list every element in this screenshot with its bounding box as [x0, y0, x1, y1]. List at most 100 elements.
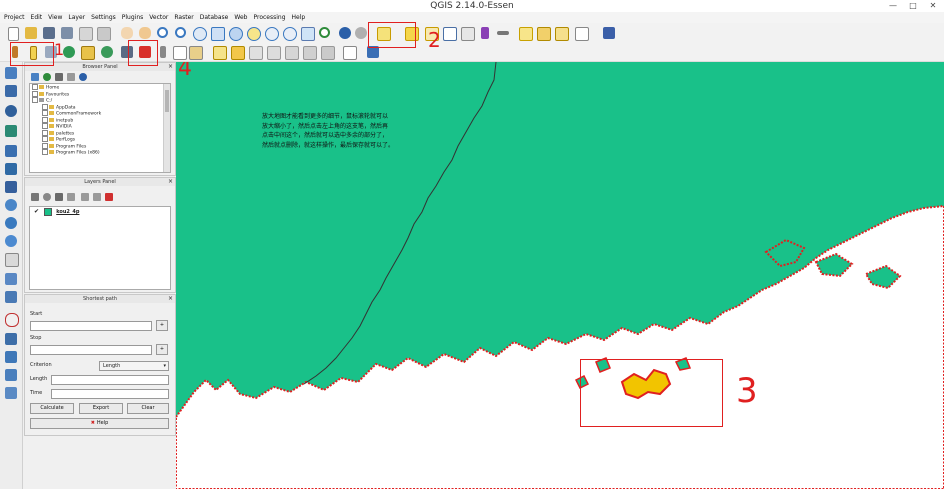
- expand-icon[interactable]: [32, 84, 38, 90]
- add-wfs-button[interactable]: [4, 234, 18, 248]
- tree-item-program-files-x86[interactable]: Program Files (x86): [30, 149, 170, 156]
- add-mssql-button[interactable]: [4, 144, 18, 158]
- shortest-path-close-button[interactable]: ×: [168, 295, 173, 303]
- expand-icon[interactable]: [42, 103, 48, 110]
- filter-expression-icon[interactable]: [67, 193, 75, 201]
- statistical-summary-button[interactable]: [478, 26, 492, 40]
- browser-scrollbar[interactable]: [163, 84, 170, 172]
- filter-legend-icon[interactable]: [55, 193, 63, 201]
- remove-layer-icon[interactable]: [105, 193, 113, 201]
- expand-icon[interactable]: [42, 136, 48, 142]
- help-button[interactable]: ✖ Help: [30, 418, 169, 429]
- add-ring-button[interactable]: [4, 332, 18, 346]
- expand-all-icon[interactable]: [81, 193, 89, 201]
- cut-features-button[interactable]: [156, 45, 170, 59]
- pin-labels-button[interactable]: [230, 45, 245, 60]
- new-print-composer-button[interactable]: [78, 26, 93, 41]
- filter-icon[interactable]: [55, 73, 63, 81]
- add-postgis-button[interactable]: [4, 104, 18, 118]
- menu-plugins[interactable]: Plugins: [119, 12, 147, 23]
- add-selected-layers-icon[interactable]: [31, 73, 39, 81]
- map-canvas[interactable]: 放大地图才能看到更多的细节，鼠标滚轮就可以 放大缩小了，然后点击左上角的这支笔，…: [176, 62, 944, 489]
- browser-panel-close-button[interactable]: ×: [168, 63, 173, 71]
- add-spatialite-button[interactable]: [4, 124, 18, 138]
- open-project-button[interactable]: [24, 26, 38, 40]
- zoom-full-button[interactable]: [210, 26, 225, 41]
- paste-features-button[interactable]: [188, 45, 203, 60]
- expand-icon[interactable]: [42, 149, 48, 155]
- refresh-browser-icon[interactable]: [43, 73, 51, 81]
- zoom-next-button[interactable]: [282, 26, 297, 41]
- reshape-button[interactable]: [4, 368, 18, 382]
- zoom-in-button[interactable]: [156, 26, 170, 40]
- calculate-button[interactable]: Calculate: [30, 403, 74, 414]
- layers-panel-close-button[interactable]: ×: [168, 178, 173, 186]
- close-button[interactable]: ✕: [924, 0, 942, 12]
- new-shapefile-button[interactable]: [4, 272, 18, 286]
- add-db2-button[interactable]: [4, 162, 18, 176]
- menu-vector[interactable]: Vector: [146, 12, 171, 23]
- save-project-button[interactable]: [42, 26, 56, 40]
- criterion-select[interactable]: Length ▾: [99, 361, 169, 371]
- add-part-button[interactable]: [4, 350, 18, 364]
- menu-web[interactable]: Web: [231, 12, 250, 23]
- offset-curve-button[interactable]: [4, 386, 18, 400]
- field-calculator-button[interactable]: [460, 26, 475, 41]
- run-feature-action-button[interactable]: [354, 26, 368, 40]
- map-tips-button[interactable]: [518, 26, 533, 41]
- menu-raster[interactable]: Raster: [171, 12, 196, 23]
- refresh-button[interactable]: [318, 26, 332, 40]
- minimize-button[interactable]: —: [884, 0, 902, 12]
- pan-map-button[interactable]: [120, 26, 134, 40]
- menu-help[interactable]: Help: [289, 12, 309, 23]
- identify-features-button[interactable]: [338, 26, 352, 40]
- menu-settings[interactable]: Settings: [88, 12, 119, 23]
- add-delimited-text-button[interactable]: [4, 252, 19, 267]
- add-vector-button[interactable]: [4, 84, 18, 98]
- start-point-input[interactable]: [30, 321, 152, 331]
- highlight-labels-button[interactable]: [248, 45, 263, 60]
- change-label-button[interactable]: [302, 45, 317, 60]
- move-label-button[interactable]: [266, 45, 281, 60]
- pan-to-selection-button[interactable]: [138, 26, 152, 40]
- open-attribute-table-button[interactable]: [442, 26, 457, 41]
- layer-styling-icon[interactable]: [31, 193, 39, 201]
- collapse-icon[interactable]: [32, 97, 38, 103]
- expand-icon[interactable]: [42, 110, 48, 116]
- zoom-native-button[interactable]: [192, 26, 207, 41]
- node-tool-button[interactable]: [100, 45, 114, 59]
- info-icon[interactable]: [79, 73, 87, 81]
- add-csv-layer-button[interactable]: [342, 45, 357, 60]
- zoom-layer-button[interactable]: [228, 26, 243, 41]
- new-map-view-button[interactable]: [300, 26, 315, 41]
- export-button[interactable]: Export: [79, 403, 123, 414]
- add-wms-button[interactable]: [4, 198, 18, 212]
- new-spatialite-layer-button[interactable]: [4, 290, 18, 304]
- maximize-button[interactable]: □: [904, 0, 922, 12]
- expand-icon[interactable]: [42, 129, 48, 136]
- capture-start-button[interactable]: +: [156, 320, 168, 331]
- capture-stop-button[interactable]: +: [156, 344, 168, 355]
- python-console-button[interactable]: [602, 26, 616, 40]
- label-tool-button[interactable]: [212, 45, 227, 60]
- menu-processing[interactable]: Processing: [250, 12, 288, 23]
- stop-point-input[interactable]: [30, 345, 152, 355]
- new-project-button[interactable]: [6, 26, 20, 41]
- layer-item[interactable]: ✔ kou2_4p: [30, 207, 170, 216]
- show-hide-labels-button[interactable]: [320, 45, 335, 60]
- node-tool-left-button[interactable]: [4, 312, 19, 327]
- measure-line-button[interactable]: [496, 26, 510, 40]
- save-as-button[interactable]: [60, 26, 74, 40]
- map-themes-icon[interactable]: [43, 193, 51, 201]
- clear-button[interactable]: Clear: [127, 403, 169, 414]
- add-wcs-button[interactable]: [4, 216, 18, 230]
- menu-database[interactable]: Database: [197, 12, 232, 23]
- text-annotation-button[interactable]: [574, 26, 589, 41]
- copy-features-button[interactable]: [172, 45, 187, 60]
- collapse-all-icon[interactable]: [67, 73, 75, 81]
- add-oracle-button[interactable]: [4, 180, 18, 194]
- menu-edit[interactable]: Edit: [28, 12, 46, 23]
- menu-layer[interactable]: Layer: [65, 12, 88, 23]
- zoom-last-button[interactable]: [264, 26, 279, 41]
- composer-manager-button[interactable]: [96, 26, 111, 41]
